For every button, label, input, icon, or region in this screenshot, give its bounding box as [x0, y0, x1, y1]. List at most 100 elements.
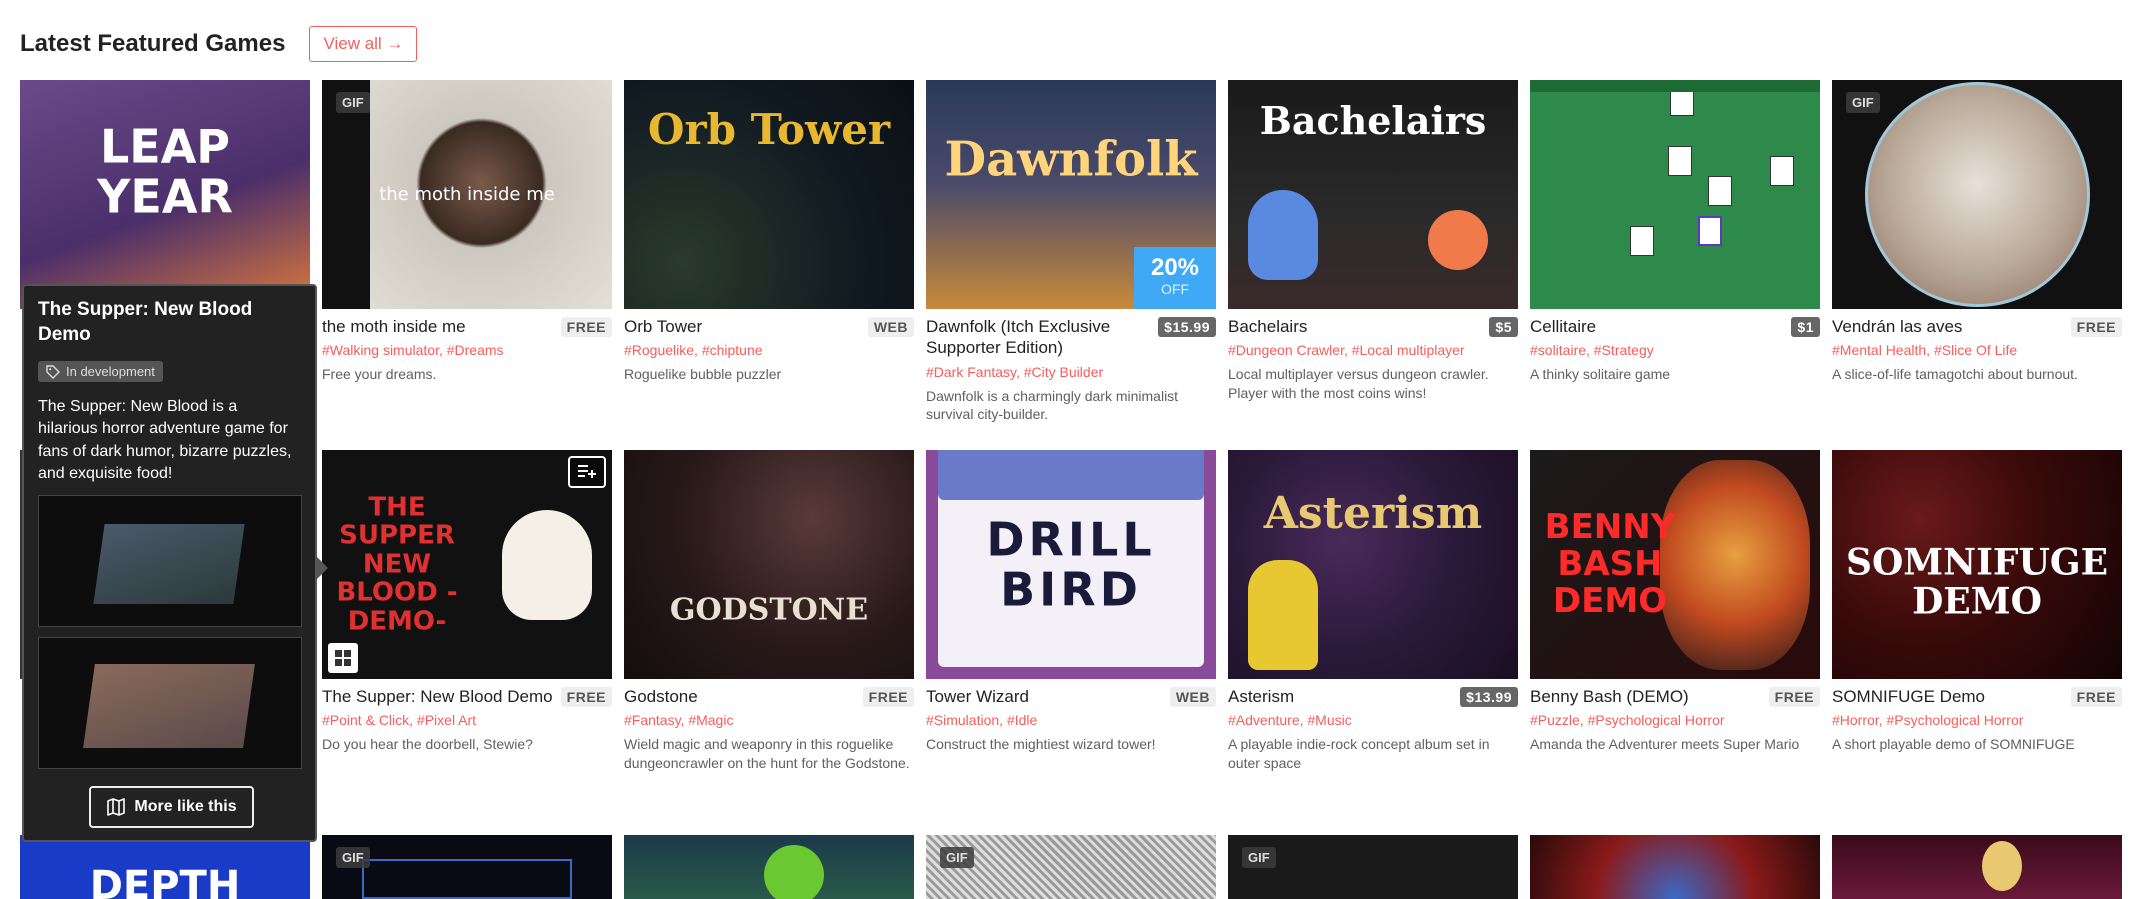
game-cell[interactable]: DRILL BIRD Tower Wizard WEB #Simulation,…: [926, 450, 1216, 754]
game-cell-leap-year[interactable]: LEAP YEAR: [20, 80, 310, 309]
game-tags[interactable]: #Fantasy, #Magic: [624, 711, 914, 729]
game-title-link[interactable]: Tower Wizard: [926, 686, 1029, 707]
game-thumbnail[interactable]: [624, 835, 914, 899]
game-description: A playable indie-rock concept album set …: [1228, 736, 1490, 771]
game-thumbnail[interactable]: SOMNIFUGE DEMO: [1832, 450, 2122, 679]
game-cell[interactable]: GODSTONE Godstone FREE #Fantasy, #Magic …: [624, 450, 914, 772]
more-like-this-button[interactable]: More like this: [89, 786, 254, 828]
game-cell[interactable]: Cellitaire $1 #solitaire, #Strategy A th…: [1530, 80, 1820, 384]
gif-badge: GIF: [1846, 92, 1880, 113]
game-thumbnail[interactable]: Bachelairs: [1228, 80, 1518, 309]
game-tags[interactable]: #Adventure, #Music: [1228, 711, 1518, 729]
game-cell[interactable]: GIF: [1228, 835, 1518, 899]
game-art-title: the moth inside me: [379, 183, 555, 205]
game-cell[interactable]: Asterism Asterism $13.99 #Adventure, #Mu…: [1228, 450, 1518, 772]
game-cell[interactable]: Orb Tower Orb Tower WEB #Roguelike, #chi…: [624, 80, 914, 384]
game-cell[interactable]: [1530, 835, 1820, 899]
game-title-link[interactable]: Benny Bash (DEMO): [1530, 686, 1689, 707]
game-tags[interactable]: #Walking simulator, #Dreams: [322, 341, 612, 359]
sale-badge: 20% OFF: [1134, 247, 1216, 309]
gif-badge: GIF: [1242, 847, 1276, 868]
game-cell[interactable]: [1832, 835, 2122, 899]
game-cell[interactable]: GIF Vendrán las aves FREE #Mental Health…: [1832, 80, 2122, 384]
game-tags[interactable]: #solitaire, #Strategy: [1530, 341, 1820, 359]
game-cell[interactable]: SOMNIFUGE DEMO SOMNIFUGE Demo FREE #Horr…: [1832, 450, 2122, 754]
game-description: Wield magic and weaponry in this rogueli…: [624, 736, 910, 771]
status-label: In development: [66, 364, 155, 380]
game-description: Do you hear the doorbell, Stewie?: [322, 736, 533, 753]
game-art-title: THE SUPPER NEW BLOOD -DEMO-: [336, 492, 458, 637]
game-tags[interactable]: #Mental Health, #Slice Of Life: [1832, 341, 2122, 359]
game-thumbnail[interactable]: DRILL BIRD: [926, 450, 1216, 679]
game-thumbnail[interactable]: Orb Tower: [624, 80, 914, 309]
game-title-link[interactable]: SOMNIFUGE Demo: [1832, 686, 1985, 707]
game-title-link[interactable]: Cellitaire: [1530, 316, 1596, 337]
game-art-title: Dawnfolk: [944, 131, 1198, 188]
game-cell[interactable]: Bachelairs Bachelairs $5 #Dungeon Crawle…: [1228, 80, 1518, 402]
game-title-link[interactable]: The Supper: New Blood Demo: [322, 686, 553, 707]
popup-title[interactable]: The Supper: New Blood Demo: [38, 298, 301, 347]
game-thumbnail[interactable]: the moth inside me GIF: [322, 80, 612, 309]
game-thumbnail[interactable]: BENNY BASH DEMO: [1530, 450, 1820, 679]
game-meta: The Supper: New Blood Demo FREE #Point &…: [322, 679, 612, 754]
game-tags[interactable]: #Horror, #Psychological Horror: [1832, 711, 2122, 729]
game-tags[interactable]: #Point & Click, #Pixel Art: [322, 711, 612, 729]
game-thumbnail[interactable]: THE SUPPER NEW BLOOD -DEMO-: [322, 450, 612, 679]
game-thumbnail[interactable]: GIF: [322, 835, 612, 899]
game-description: A short playable demo of SOMNIFUGE: [1832, 736, 2075, 753]
game-meta: Vendrán las aves FREE #Mental Health, #S…: [1832, 309, 2122, 384]
game-title-link[interactable]: Bachelairs: [1228, 316, 1307, 337]
game-meta: SOMNIFUGE Demo FREE #Horror, #Psychologi…: [1832, 679, 2122, 754]
game-cell[interactable]: THE SUPPER NEW BLOOD -DEMO- The Supper: …: [322, 450, 612, 754]
game-cell[interactable]: the moth inside me GIF the moth inside m…: [322, 80, 612, 384]
gif-badge: GIF: [336, 847, 370, 868]
game-meta: Tower Wizard WEB #Simulation, #Idle Cons…: [926, 679, 1216, 754]
price-badge: FREE: [2070, 687, 2122, 707]
price-badge: WEB: [867, 317, 914, 337]
game-thumbnail[interactable]: [1530, 835, 1820, 899]
game-thumbnail[interactable]: GIF: [926, 835, 1216, 899]
game-thumbnail[interactable]: DEPTH: [20, 835, 310, 899]
game-title-link[interactable]: Asterism: [1228, 686, 1294, 707]
game-title-link[interactable]: Vendrán las aves: [1832, 316, 1962, 337]
game-tags[interactable]: #Simulation, #Idle: [926, 711, 1216, 729]
game-cell[interactable]: GIF: [322, 835, 612, 899]
game-thumbnail[interactable]: [1530, 80, 1820, 309]
screenshot-1[interactable]: [38, 495, 302, 628]
game-thumbnail[interactable]: LEAP YEAR: [20, 80, 310, 309]
add-to-collection-icon[interactable]: [568, 456, 606, 488]
game-tags[interactable]: #Dark Fantasy, #City Builder: [926, 363, 1216, 381]
popup-description: The Supper: New Blood is a hilarious hor…: [38, 397, 292, 483]
game-thumbnail[interactable]: Asterism: [1228, 450, 1518, 679]
screenshot-2[interactable]: [38, 637, 302, 770]
game-thumbnail[interactable]: GIF: [1228, 835, 1518, 899]
game-thumbnail[interactable]: Dawnfolk 20% OFF: [926, 80, 1216, 309]
view-all-button[interactable]: View all →: [309, 26, 418, 62]
game-tags[interactable]: #Puzzle, #Psychological Horror: [1530, 711, 1820, 729]
game-title-link[interactable]: the moth inside me: [322, 316, 466, 337]
game-title-link[interactable]: Orb Tower: [624, 316, 702, 337]
price-badge: $13.99: [1460, 687, 1518, 707]
game-art-title: Asterism: [1263, 487, 1483, 539]
game-tags[interactable]: #Dungeon Crawler, #Local multiplayer: [1228, 341, 1518, 359]
section-title: Latest Featured Games: [20, 30, 286, 57]
game-thumbnail[interactable]: GODSTONE: [624, 450, 914, 679]
game-cell[interactable]: GIF: [926, 835, 1216, 899]
game-meta: Cellitaire $1 #solitaire, #Strategy A th…: [1530, 309, 1820, 384]
game-cell[interactable]: [624, 835, 914, 899]
price-badge: FREE: [2070, 317, 2122, 337]
game-title-link[interactable]: Dawnfolk (Itch Exclusive Supporter Editi…: [926, 316, 1150, 359]
game-tags[interactable]: #Roguelike, #chiptune: [624, 341, 914, 359]
game-cell[interactable]: DEPTH: [20, 835, 310, 899]
game-art-title: Bachelairs: [1259, 98, 1487, 144]
game-cell[interactable]: Dawnfolk 20% OFF Dawnfolk (Itch Exclusiv…: [926, 80, 1216, 423]
game-title-link[interactable]: Godstone: [624, 686, 698, 707]
game-cell[interactable]: BENNY BASH DEMO Benny Bash (DEMO) FREE #…: [1530, 450, 1820, 754]
game-thumbnail[interactable]: [1832, 835, 2122, 899]
price-badge: $5: [1489, 317, 1518, 337]
price-badge: FREE: [560, 317, 612, 337]
game-art-title: LEAP YEAR: [97, 119, 233, 224]
game-thumbnail[interactable]: GIF: [1832, 80, 2122, 309]
game-description: A slice-of-life tamagotchi about burnout…: [1832, 366, 2078, 383]
game-meta: Godstone FREE #Fantasy, #Magic Wield mag…: [624, 679, 914, 772]
